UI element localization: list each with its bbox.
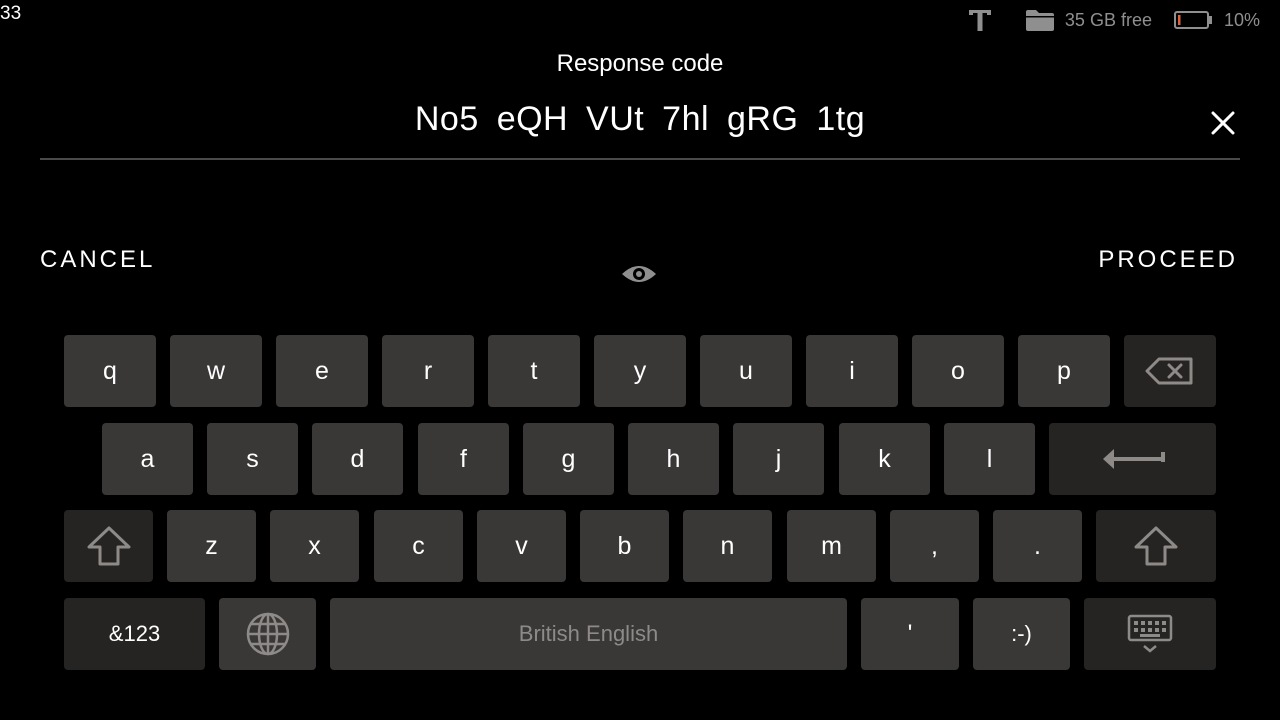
status-clock: 33 xyxy=(0,3,22,24)
eye-icon xyxy=(622,266,656,282)
key-z[interactable]: z xyxy=(167,510,256,582)
key-e[interactable]: e xyxy=(276,335,368,407)
key-u[interactable]: u xyxy=(700,335,792,407)
shift-key-left[interactable] xyxy=(64,510,153,582)
key-y[interactable]: y xyxy=(594,335,686,407)
key-m[interactable]: m xyxy=(787,510,876,582)
status-bar: 35 GB free 10% xyxy=(967,6,1260,34)
key-k[interactable]: k xyxy=(839,423,930,495)
key-w[interactable]: w xyxy=(170,335,262,407)
key-c[interactable]: c xyxy=(374,510,463,582)
enter-key[interactable] xyxy=(1049,423,1216,495)
symbols-key[interactable]: &123 xyxy=(64,598,205,670)
font-icon xyxy=(967,7,993,33)
show-password-button[interactable] xyxy=(620,262,658,286)
proceed-button[interactable]: PROCEED xyxy=(1098,246,1238,274)
key-v[interactable]: v xyxy=(477,510,566,582)
key-d[interactable]: d xyxy=(312,423,403,495)
key-n[interactable]: n xyxy=(683,510,772,582)
key-l[interactable]: l xyxy=(944,423,1035,495)
key-period[interactable]: . xyxy=(993,510,1082,582)
language-key[interactable] xyxy=(219,598,316,670)
close-icon xyxy=(1211,111,1235,135)
battery-percentage: 10% xyxy=(1223,9,1260,30)
keyboard-hide-icon xyxy=(1127,614,1173,653)
key-r[interactable]: r xyxy=(382,335,474,407)
hide-keyboard-key[interactable] xyxy=(1084,598,1216,670)
key-i[interactable]: i xyxy=(806,335,898,407)
key-b[interactable]: b xyxy=(580,510,669,582)
backspace-key[interactable] xyxy=(1124,335,1216,407)
key-s[interactable]: s xyxy=(207,423,298,495)
key-a[interactable]: a xyxy=(102,423,193,495)
key-x[interactable]: x xyxy=(270,510,359,582)
input-underline xyxy=(40,158,1240,160)
key-h[interactable]: h xyxy=(628,423,719,495)
key-t[interactable]: t xyxy=(488,335,580,407)
shift-icon xyxy=(87,526,130,566)
shift-key-right[interactable] xyxy=(1096,510,1216,582)
cancel-button[interactable]: CANCEL xyxy=(40,246,155,274)
shift-icon xyxy=(1134,526,1178,566)
key-comma[interactable]: , xyxy=(890,510,979,582)
clear-input-button[interactable] xyxy=(1206,106,1240,140)
key-f[interactable]: f xyxy=(418,423,509,495)
dialog-title: Response code xyxy=(556,50,724,77)
space-key[interactable]: British English xyxy=(330,598,847,670)
smiley-key[interactable]: :-) xyxy=(973,598,1070,670)
apostrophe-key[interactable]: ' xyxy=(861,598,959,670)
key-j[interactable]: j xyxy=(733,423,824,495)
folder-icon xyxy=(1025,8,1055,32)
backspace-icon xyxy=(1145,357,1193,385)
globe-icon xyxy=(246,612,289,656)
key-p[interactable]: p xyxy=(1018,335,1110,407)
key-g[interactable]: g xyxy=(523,423,614,495)
response-code-input[interactable]: No5 eQH VUt 7hl gRG 1tg xyxy=(0,100,1280,139)
key-q[interactable]: q xyxy=(64,335,156,407)
enter-icon xyxy=(1102,449,1165,469)
storage-free-text: 35 GB free xyxy=(1064,9,1152,30)
battery-icon xyxy=(1173,10,1214,30)
key-o[interactable]: o xyxy=(912,335,1004,407)
